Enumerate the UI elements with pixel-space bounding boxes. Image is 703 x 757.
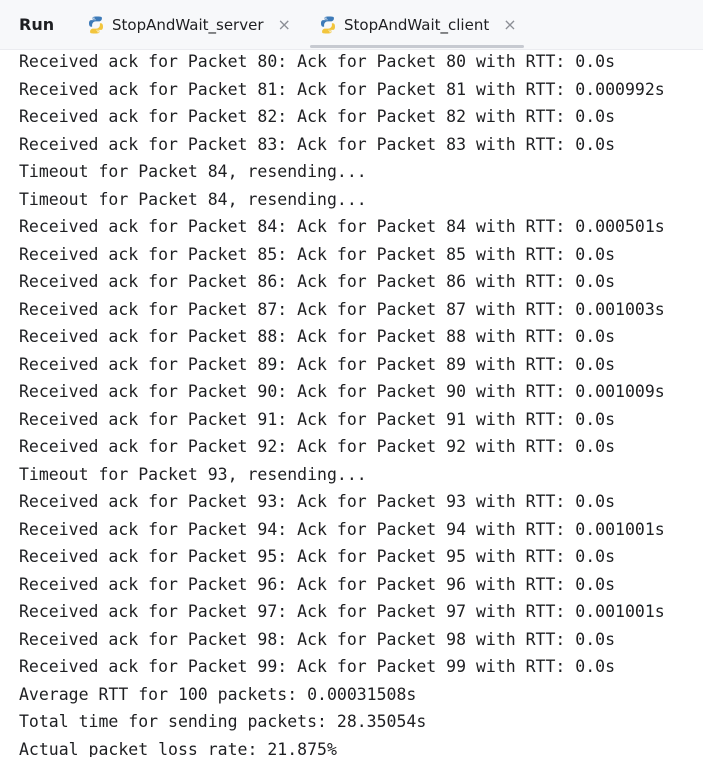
run-tool-window-header: Run StopAndWait_server × StopAndWait_cli… — [0, 0, 703, 50]
console-line: Received ack for Packet 81: Ack for Pack… — [19, 79, 665, 99]
console-line: Received ack for Packet 92: Ack for Pack… — [19, 437, 616, 456]
console-line: Received ack for Packet 94: Ack for Pack… — [19, 519, 665, 539]
console-line: Received ack for Packet 98: Ack for Pack… — [19, 629, 616, 649]
python-icon — [89, 16, 103, 34]
console-line: Received ack for Packet 89: Ack for Pack… — [19, 354, 616, 374]
console-line: Received ack for Packet 82: Ack for Pack… — [19, 107, 616, 126]
tab-label: StopAndWait_client — [344, 16, 490, 34]
console-line: Received ack for Packet 84: Ack for Pack… — [19, 217, 665, 236]
tab-label: StopAndWait_server — [112, 16, 264, 34]
console-line: Received ack for Packet 96: Ack for Pack… — [19, 574, 616, 594]
tab-stopandwait-server[interactable]: StopAndWait_server × — [86, 0, 300, 50]
console-line: Actual packet loss rate: 21.875% — [19, 739, 337, 757]
console-line: Timeout for Packet 84, resending... — [19, 189, 367, 209]
console-line: Received ack for Packet 93: Ack for Pack… — [19, 492, 616, 511]
tab-stopandwait-client[interactable]: StopAndWait_client × — [310, 0, 532, 50]
console-line: Received ack for Packet 95: Ack for Pack… — [19, 547, 616, 566]
console-lines: Received ack for Packet 80: Ack for Pack… — [19, 50, 665, 757]
active-tab-indicator — [310, 45, 524, 48]
console-line: Received ack for Packet 80: Ack for Pack… — [19, 52, 616, 71]
console-line: Received ack for Packet 91: Ack for Pack… — [19, 409, 616, 429]
console-line: Received ack for Packet 88: Ack for Pack… — [19, 327, 616, 346]
console-line: Received ack for Packet 83: Ack for Pack… — [19, 134, 616, 154]
console-line: Received ack for Packet 86: Ack for Pack… — [19, 272, 616, 291]
console-output[interactable]: Received ack for Packet 80: Ack for Pack… — [0, 50, 703, 757]
console-line: Received ack for Packet 87: Ack for Pack… — [19, 299, 665, 319]
console-line: Received ack for Packet 97: Ack for Pack… — [19, 602, 665, 621]
console-line: Timeout for Packet 84, resending... — [19, 162, 367, 181]
close-icon[interactable]: × — [503, 17, 516, 33]
console-line: Total time for sending packets: 28.35054… — [19, 712, 427, 731]
console-line: Timeout for Packet 93, resending... — [19, 464, 367, 484]
console-line: Average RTT for 100 packets: 0.00031508s — [19, 684, 417, 704]
python-icon — [321, 16, 335, 34]
console-line: Received ack for Packet 90: Ack for Pack… — [19, 382, 665, 401]
console-line: Received ack for Packet 99: Ack for Pack… — [19, 657, 616, 676]
console-line: Received ack for Packet 85: Ack for Pack… — [19, 244, 616, 264]
close-icon[interactable]: × — [278, 17, 291, 33]
run-tool-window-title: Run — [19, 15, 55, 34]
